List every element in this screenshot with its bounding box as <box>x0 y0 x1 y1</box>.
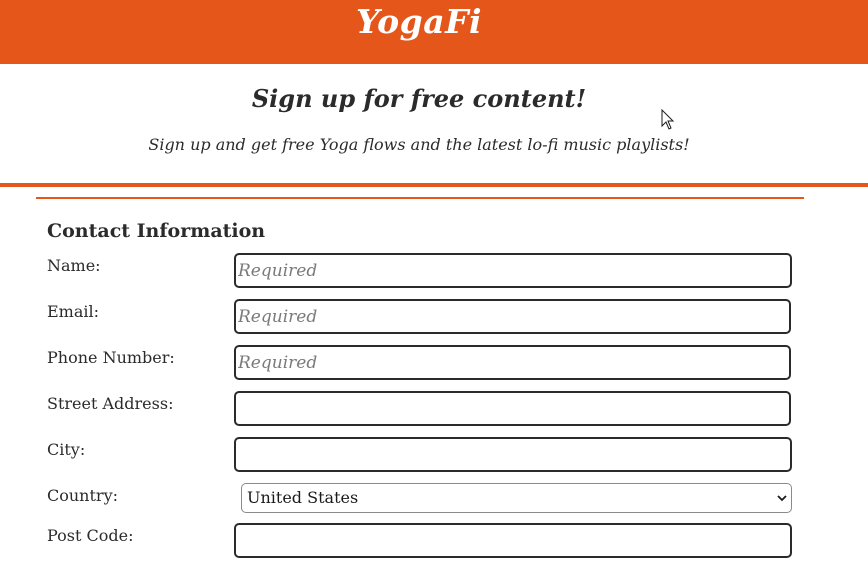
name-label: Name: <box>47 256 101 275</box>
header-divider <box>0 183 868 187</box>
country-label: Country: <box>47 486 118 505</box>
form-divider <box>36 197 804 199</box>
phone-input[interactable] <box>234 345 791 380</box>
post-code-input[interactable] <box>234 523 792 558</box>
email-input[interactable] <box>234 299 791 334</box>
street-address-label: Street Address: <box>47 394 174 413</box>
page-title: Sign up for free content! <box>251 84 587 113</box>
phone-label: Phone Number: <box>47 348 175 367</box>
city-input[interactable] <box>234 437 792 472</box>
post-code-label: Post Code: <box>47 526 134 545</box>
street-address-input[interactable] <box>234 391 791 426</box>
country-select[interactable]: United States <box>241 483 792 513</box>
site-header: YogaFi <box>0 0 868 64</box>
email-label: Email: <box>47 302 100 321</box>
page-subtitle: Sign up and get free Yoga flows and the … <box>148 135 690 154</box>
chevron-down-icon <box>777 495 787 502</box>
brand-logo[interactable]: YogaFi <box>0 2 838 41</box>
country-select-value: United States <box>247 488 359 507</box>
mouse-pointer-icon <box>661 109 675 130</box>
city-label: City: <box>47 440 86 459</box>
name-input[interactable] <box>234 253 792 288</box>
contact-section-title: Contact Information <box>47 220 266 242</box>
